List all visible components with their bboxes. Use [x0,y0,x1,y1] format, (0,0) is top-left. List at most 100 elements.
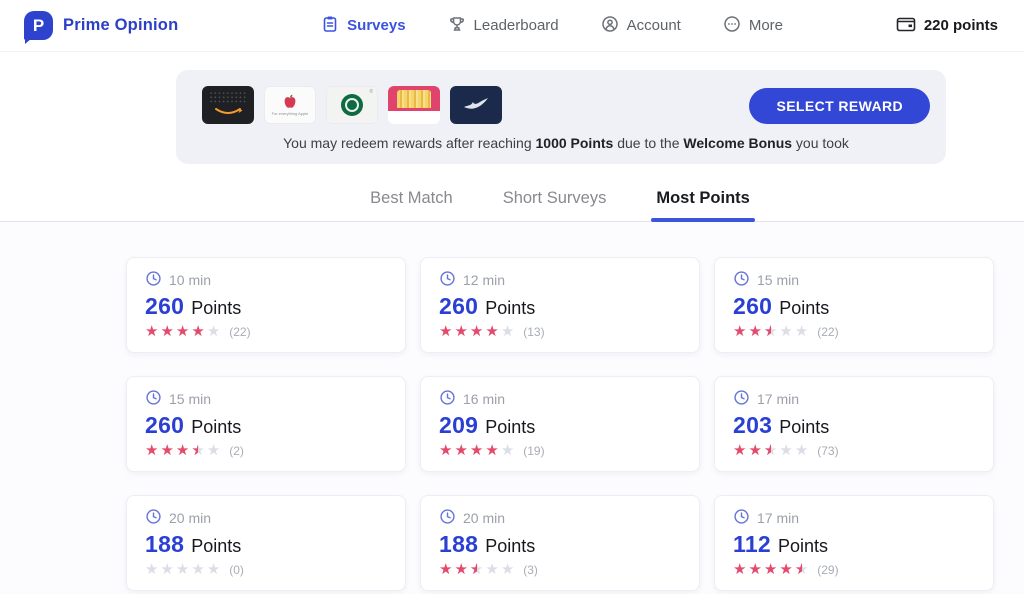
welcome-bonus: Welcome Bonus [683,135,792,151]
star-icon: ★ [748,324,761,339]
brand-logo[interactable]: P Prime Opinion [24,11,178,40]
survey-points-label: Points [778,536,828,557]
survey-card[interactable]: 10 min 260 Points ★★★★★ (22) [126,257,406,353]
survey-review-count: (13) [523,325,544,339]
nav-label: Leaderboard [474,17,559,34]
survey-duration-row: 12 min [439,270,681,290]
survey-points-row: 188 Points [145,531,387,558]
survey-card[interactable]: 17 min 112 Points ★★★★★ (29) [714,495,994,591]
star-icon: ★ [470,443,483,458]
survey-card[interactable]: 17 min 203 Points ★★★★★ (73) [714,376,994,472]
prime-opinion-logo-icon: P [24,11,53,40]
star-icon: ★ [733,324,746,339]
account-icon [601,15,619,37]
survey-card[interactable]: 20 min 188 Points ★★★★★ (3) [420,495,700,591]
nav-item-surveys[interactable]: Surveys [321,15,405,37]
star-icon: ★ [795,562,808,577]
star-icon: ★ [485,562,498,577]
survey-points-row: 260 Points [733,293,975,320]
star-icon: ★ [795,324,808,339]
star-icon: ★ [176,443,189,458]
survey-points-row: 260 Points [145,293,387,320]
survey-duration-row: 20 min [439,508,681,528]
survey-review-count: (0) [229,563,244,577]
clock-icon [733,270,750,290]
survey-points-value: 188 [439,531,478,558]
star-icon: ★ [779,562,792,577]
clock-icon [145,389,162,409]
more-icon [723,15,741,37]
nav-label: Surveys [347,17,405,34]
apple-logo-icon [283,94,297,110]
survey-card[interactable]: 15 min 260 Points ★★★★★ (22) [714,257,994,353]
clock-icon [145,270,162,290]
survey-duration: 12 min [463,272,505,288]
survey-rating-stars: ★★★★★ [439,561,516,579]
starbucks-logo-icon [341,94,363,116]
star-icon: ★ [733,443,746,458]
star-icon: ★ [748,562,761,577]
select-reward-button[interactable]: SELECT REWARD [749,88,930,124]
nav-item-account[interactable]: Account [601,15,681,37]
survey-card[interactable]: 16 min 209 Points ★★★★★ (19) [420,376,700,472]
survey-points-row: 260 Points [439,293,681,320]
star-icon: ★ [764,324,777,339]
star-icon: ★ [160,443,173,458]
survey-points-label: Points [191,298,241,319]
survey-review-count: (22) [229,325,250,339]
survey-points-value: 260 [145,412,184,439]
survey-rating-stars: ★★★★★ [145,561,222,579]
brand-name: Prime Opinion [63,16,178,35]
star-icon: ★ [454,324,467,339]
star-icon: ★ [145,443,158,458]
survey-points-label: Points [485,417,535,438]
survey-card[interactable]: 15 min 260 Points ★★★★★ (2) [126,376,406,472]
nav-label: More [749,17,783,34]
clock-icon [439,389,456,409]
survey-points-row: 209 Points [439,412,681,439]
nav-item-more[interactable]: More [723,15,783,37]
survey-duration-row: 17 min [733,389,975,409]
star-icon: ★ [501,562,514,577]
survey-points-value: 260 [439,293,478,320]
points-balance[interactable]: 220 points [896,15,998,37]
fries-image [388,86,440,111]
survey-review-count: (19) [523,444,544,458]
star-icon: ★ [485,443,498,458]
survey-points-value: 209 [439,412,478,439]
survey-card[interactable]: 12 min 260 Points ★★★★★ (13) [420,257,700,353]
tab-short-surveys[interactable]: Short Surveys [501,181,609,221]
clock-icon [145,508,162,528]
clock-icon [733,389,750,409]
survey-points-value: 112 [733,531,771,558]
star-icon: ★ [207,443,220,458]
star-icon: ★ [733,562,746,577]
star-icon: ★ [439,562,452,577]
star-icon: ★ [207,324,220,339]
star-icon: ★ [191,562,204,577]
clock-icon [733,508,750,528]
nav-item-leaderboard[interactable]: Leaderboard [448,15,559,37]
mcdonalds-fries-gift-card [388,86,440,124]
star-icon: ★ [470,562,483,577]
american-eagle-gift-card [450,86,502,124]
tab-most-points[interactable]: Most Points [654,181,752,221]
survey-points-value: 260 [733,293,772,320]
survey-review-count: (22) [817,325,838,339]
clock-icon [439,508,456,528]
survey-rating-stars: ★★★★★ [733,323,810,341]
tab-best-match[interactable]: Best Match [368,181,455,221]
trophy-icon [448,15,466,37]
survey-duration-row: 10 min [145,270,387,290]
survey-duration: 10 min [169,272,211,288]
star-icon: ★ [485,324,498,339]
survey-points-label: Points [779,417,829,438]
survey-rating-row: ★★★★★ (73) [733,442,975,460]
star-icon: ★ [764,443,777,458]
star-icon: ★ [191,443,204,458]
star-icon: ★ [160,562,173,577]
survey-rating-row: ★★★★★ (2) [145,442,387,460]
survey-card[interactable]: 20 min 188 Points ★★★★★ (0) [126,495,406,591]
star-icon: ★ [439,443,452,458]
survey-rating-stars: ★★★★★ [145,323,222,341]
